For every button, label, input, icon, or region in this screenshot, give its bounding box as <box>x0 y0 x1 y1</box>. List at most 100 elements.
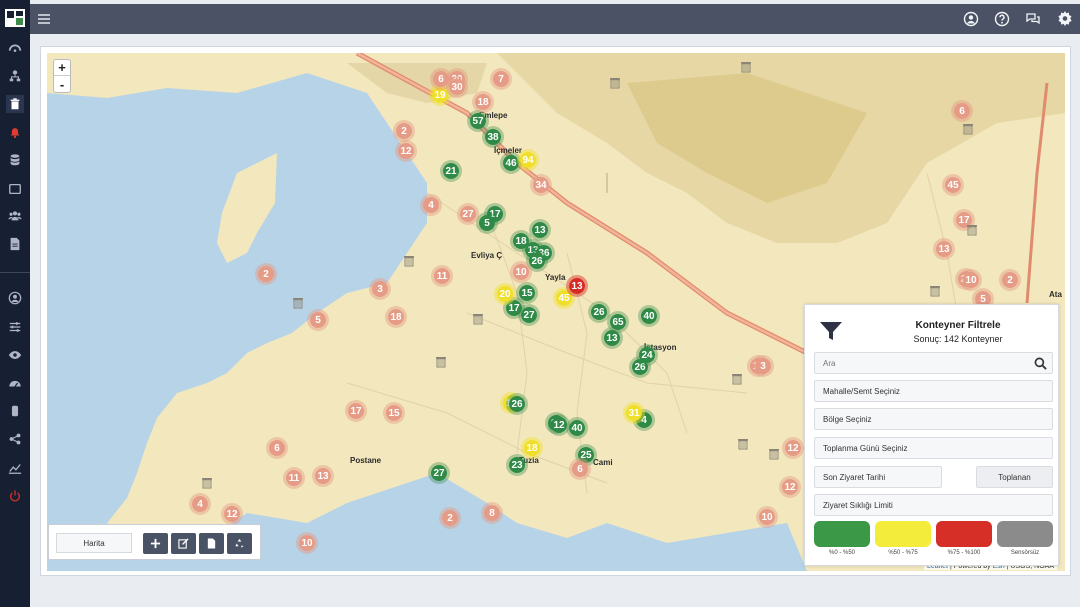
cluster-marker[interactable]: 12 <box>395 140 417 162</box>
cluster-marker[interactable]: 11 <box>283 467 305 489</box>
cluster-marker[interactable]: 5 <box>307 309 329 331</box>
cluster-marker[interactable]: 31 <box>623 402 645 424</box>
cluster-marker[interactable]: 12 <box>779 476 801 498</box>
cluster-marker[interactable]: 30 <box>446 76 468 98</box>
cluster-marker[interactable]: 6 <box>266 437 288 459</box>
cluster-marker[interactable]: 2 <box>255 263 277 285</box>
container-bin-icon[interactable] <box>967 224 977 236</box>
container-bin-icon[interactable] <box>404 255 414 267</box>
cluster-marker[interactable]: 12 <box>782 437 804 459</box>
search-input[interactable] <box>815 353 1025 373</box>
cluster-marker[interactable]: 10 <box>756 506 778 528</box>
cluster-marker[interactable]: 18 <box>472 91 494 113</box>
collected-button[interactable]: Toplanan <box>976 466 1053 488</box>
zoom-out-button[interactable]: - <box>54 76 70 92</box>
cluster-marker[interactable]: 13 <box>312 465 334 487</box>
chat-icon[interactable] <box>1025 11 1041 27</box>
cluster-marker[interactable]: 27 <box>457 203 479 225</box>
container-bin-icon[interactable] <box>293 297 303 309</box>
container-bin-icon[interactable] <box>436 356 446 368</box>
cluster-marker[interactable]: 21 <box>440 160 462 182</box>
cluster-marker[interactable]: 34 <box>530 174 552 196</box>
document-button[interactable] <box>199 533 224 554</box>
cluster-marker[interactable]: 38 <box>482 126 504 148</box>
eye-icon[interactable] <box>6 346 24 364</box>
cluster-marker[interactable]: 6 <box>569 458 591 480</box>
container-bin-icon[interactable] <box>930 285 940 297</box>
container-bin-icon[interactable] <box>473 313 483 325</box>
container-bin-icon[interactable] <box>202 477 212 489</box>
dashboard-icon[interactable] <box>6 39 24 57</box>
search-icon[interactable] <box>1034 357 1047 370</box>
cluster-marker[interactable]: 20 <box>494 283 516 305</box>
cluster-marker[interactable]: 2 <box>393 120 415 142</box>
cluster-marker[interactable]: 94 <box>517 149 539 171</box>
chart-icon[interactable] <box>6 459 24 477</box>
zoom-in-button[interactable]: + <box>54 60 70 76</box>
no-sensor-button[interactable] <box>997 521 1053 547</box>
cluster-marker[interactable]: 26 <box>506 393 528 415</box>
cluster-marker[interactable]: 13 <box>529 219 551 241</box>
tablet-icon[interactable] <box>6 180 24 198</box>
help-icon[interactable] <box>994 11 1010 27</box>
cluster-marker[interactable]: 24 <box>636 344 658 366</box>
cluster-marker[interactable]: 4 <box>189 493 211 515</box>
cluster-marker[interactable]: 26 <box>588 301 610 323</box>
user-circle-icon[interactable] <box>6 289 24 307</box>
cluster-marker[interactable]: 3 <box>752 355 774 377</box>
cluster-marker[interactable]: 13 <box>601 327 623 349</box>
cluster-marker[interactable]: 27 <box>428 462 450 484</box>
container-bin-icon[interactable] <box>738 438 748 450</box>
cluster-marker[interactable]: 11 <box>431 265 453 287</box>
container-bin-icon[interactable] <box>769 448 779 460</box>
edit-button[interactable] <box>171 533 196 554</box>
hamburger-icon[interactable] <box>37 12 51 26</box>
neighborhood-select[interactable]: Mahalle/Semt Seçiniz <box>814 380 1053 402</box>
fill-level-75-100-button[interactable] <box>936 521 992 547</box>
network-icon[interactable] <box>6 67 24 85</box>
cluster-marker[interactable]: 15 <box>516 282 538 304</box>
container-bin-icon[interactable] <box>732 373 742 385</box>
user-icon[interactable] <box>963 11 979 27</box>
cluster-marker[interactable]: 17 <box>345 400 367 422</box>
map-view-label[interactable]: Harita <box>56 533 132 553</box>
cluster-marker[interactable]: 13 <box>933 238 955 260</box>
trash-icon[interactable] <box>6 95 24 113</box>
collection-day-select[interactable]: Toplanma Günü Seçiniz <box>814 437 1053 459</box>
users-icon[interactable] <box>6 207 24 225</box>
bell-icon[interactable] <box>6 123 24 141</box>
cluster-marker[interactable]: 5 <box>476 212 498 234</box>
visit-frequency-limit-field[interactable]: Ziyaret Sıklığı Limiti <box>814 494 1053 516</box>
share-icon[interactable] <box>6 430 24 448</box>
cluster-marker[interactable]: 23 <box>506 454 528 476</box>
cluster-marker[interactable]: 12 <box>548 414 570 436</box>
document-icon[interactable] <box>6 235 24 253</box>
cluster-marker[interactable]: 45 <box>942 174 964 196</box>
sliders-icon[interactable] <box>6 318 24 336</box>
speedometer-icon[interactable] <box>6 374 24 392</box>
cluster-marker[interactable]: 6 <box>951 100 973 122</box>
container-bin-icon[interactable] <box>741 61 751 73</box>
cluster-marker[interactable]: 18 <box>385 306 407 328</box>
cluster-marker[interactable]: 15 <box>383 402 405 424</box>
cluster-marker[interactable]: 18 <box>521 437 543 459</box>
cluster-marker[interactable]: 10 <box>510 261 532 283</box>
add-button[interactable] <box>143 533 168 554</box>
container-bin-icon[interactable] <box>963 123 973 135</box>
cluster-marker[interactable]: 18 <box>510 230 532 252</box>
cluster-marker[interactable]: 27 <box>518 304 540 326</box>
fill-level-50-75-button[interactable] <box>875 521 931 547</box>
gear-icon[interactable] <box>1057 11 1073 27</box>
cluster-marker[interactable]: 7 <box>490 68 512 90</box>
cluster-marker[interactable]: 8 <box>481 502 503 524</box>
power-icon[interactable] <box>6 487 24 505</box>
cluster-marker[interactable]: 4 <box>420 194 442 216</box>
cluster-marker[interactable]: 12 <box>221 503 243 525</box>
cluster-marker[interactable]: 40 <box>638 305 660 327</box>
fill-level-0-50-button[interactable] <box>814 521 870 547</box>
map[interactable]: + - Emlepe İçmeler Evliya Ç Yayla İstasyon Po… <box>47 53 1065 571</box>
last-visit-date-field[interactable]: Son Ziyaret Tarihi <box>814 466 942 488</box>
cluster-marker[interactable]: 13 <box>566 275 588 297</box>
cluster-marker[interactable]: 3 <box>369 278 391 300</box>
cluster-marker[interactable]: 10 <box>296 532 318 554</box>
